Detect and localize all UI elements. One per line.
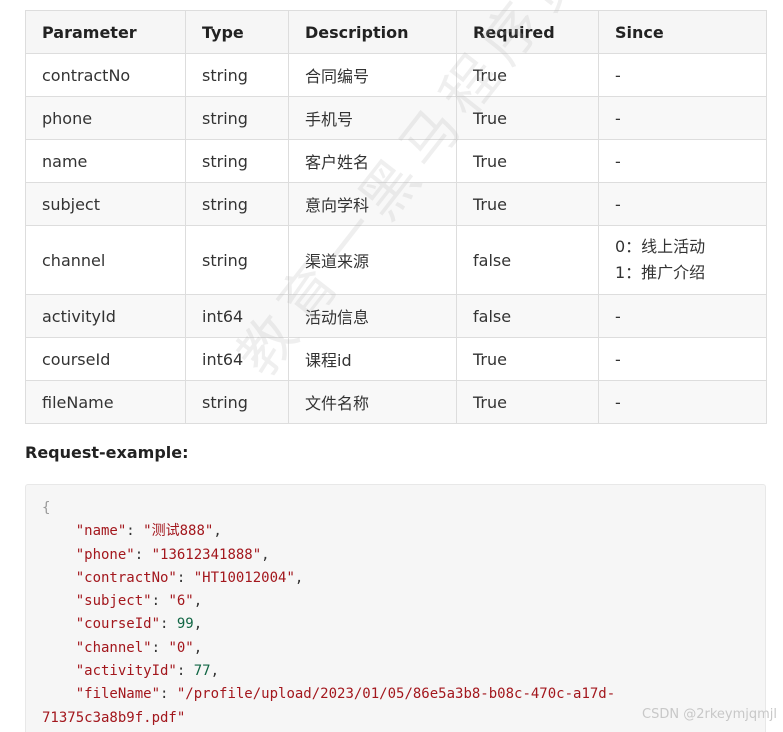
code-value: "/profile/upload/2023/01/05/86e5a3b8-b08… [176,686,616,703]
cell-since: - [598,96,767,140]
code-line: "activityId": 77, [75,663,220,680]
header-parameter: Parameter [25,10,186,54]
request-example-title: Request-example: [25,443,189,462]
code-line: "phone": "13612341888", [75,546,270,563]
code-key: "phone" [75,546,135,563]
cell-since: - [598,139,767,183]
code-open-brace: { [42,500,51,516]
code-key: "courseId" [75,616,161,633]
cell-description: 合同编号 [288,53,457,97]
cell-required: True [456,337,599,381]
cell-required: True [456,96,599,140]
table-row: contractNo string 合同编号 True - [25,53,767,97]
cell-required: True [456,182,599,226]
cell-parameter: courseId [25,337,186,381]
table-row: courseId int64 课程id True - [25,337,767,381]
footer-credit: CSDN @2rkeymjqmjl [642,707,777,722]
code-fields: "name": "测试888", "phone": "13612341888",… [42,520,749,706]
table-row: name string 客户姓名 True - [25,139,767,183]
table-row: fileName string 文件名称 True - [25,380,767,424]
code-key: "activityId" [75,663,177,680]
cell-since: - [598,53,767,97]
code-line: "subject": "6", [75,593,203,610]
cell-type: int64 [185,337,289,381]
table-row: subject string 意向学科 True - [25,182,767,226]
code-line: "contractNo": "HT10012004", [75,569,304,586]
cell-parameter: contractNo [25,53,186,97]
cell-required: True [456,53,599,97]
cell-parameter: subject [25,182,186,226]
since-option-line: 0：线上活动 [615,237,706,256]
cell-description: 文件名称 [288,380,457,424]
cell-parameter: fileName [25,380,186,424]
code-value: 99 [176,616,194,633]
code-key: "contractNo" [75,569,177,586]
cell-since: - [598,182,767,226]
cell-parameter: channel [25,225,186,295]
cell-type: string [185,139,289,183]
cell-description: 课程id [288,337,457,381]
header-required: Required [456,10,599,54]
cell-type: int64 [185,294,289,338]
code-value: "HT10012004" [193,569,295,586]
code-line: "courseId": 99, [75,616,203,633]
cell-required: True [456,380,599,424]
code-key: "subject" [75,593,152,610]
table-row: channel string 渠道来源 false 0：线上活动 1：推广介绍 [25,225,767,295]
request-example-code[interactable]: { "name": "测试888", "phone": "13612341888… [25,484,766,732]
cell-description: 渠道来源 [288,225,457,295]
cell-type: string [185,182,289,226]
cell-description: 手机号 [288,96,457,140]
code-value: "测试888" [143,523,214,540]
code-key: "name" [75,523,127,540]
code-line: "name": "测试888", [75,523,222,540]
cell-type: string [185,225,289,295]
cell-description: 意向学科 [288,182,457,226]
code-key: "fileName" [75,686,161,703]
cell-type: string [185,53,289,97]
header-type: Type [185,10,289,54]
code-line: "fileName": "/profile/upload/2023/01/05/… [75,686,616,703]
cell-type: string [185,96,289,140]
cell-description: 活动信息 [288,294,457,338]
cell-since: 0：线上活动 1：推广介绍 [598,225,767,295]
header-description: Description [288,10,457,54]
code-value: 77 [193,663,211,680]
code-line: "channel": "0", [75,639,203,656]
cell-required: false [456,225,599,295]
cell-parameter: phone [25,96,186,140]
header-since: Since [598,10,767,54]
code-value: "6" [168,593,194,610]
code-value: "0" [168,639,194,656]
cell-required: True [456,139,599,183]
cell-since: - [598,294,767,338]
code-value: "13612341888" [151,546,262,563]
cell-since: - [598,380,767,424]
cell-type: string [185,380,289,424]
cell-parameter: activityId [25,294,186,338]
table-row: activityId int64 活动信息 false - [25,294,767,338]
cell-since: - [598,337,767,381]
cell-required: false [456,294,599,338]
code-key: "channel" [75,639,152,656]
parameter-table: Parameter Type Description Required Sinc… [25,10,767,424]
table-header-row: Parameter Type Description Required Sinc… [25,10,767,54]
table-row: phone string 手机号 True - [25,96,767,140]
since-option-line: 1：推广介绍 [615,263,706,282]
cell-description: 客户姓名 [288,139,457,183]
cell-parameter: name [25,139,186,183]
